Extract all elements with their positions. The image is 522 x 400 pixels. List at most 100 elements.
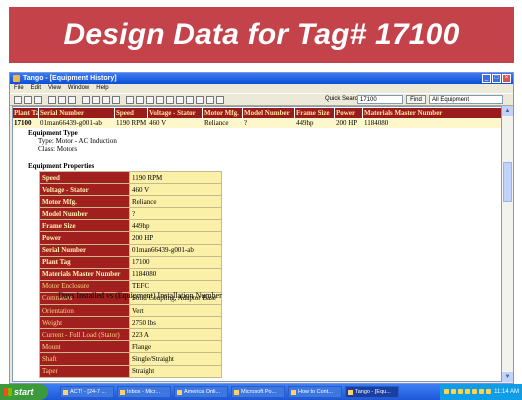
- filter-icon[interactable]: [166, 96, 174, 104]
- tray-icon[interactable]: [458, 389, 463, 394]
- scroll-thumb[interactable]: [503, 162, 512, 202]
- start-button[interactable]: start: [0, 384, 48, 400]
- menu-file[interactable]: File: [14, 84, 24, 93]
- query-icon[interactable]: [206, 96, 214, 104]
- tray-icon[interactable]: [486, 389, 491, 394]
- equipment-history-pane: Plant Tag Serial Number Speed Voltage - …: [12, 106, 502, 382]
- property-key: Motor Mfg.: [39, 195, 130, 209]
- search-scope-select[interactable]: All Equipment: [429, 95, 503, 104]
- help-icon[interactable]: [92, 96, 100, 104]
- col-frame-size[interactable]: Frame Size: [295, 108, 335, 118]
- tray-icon[interactable]: [451, 389, 456, 394]
- property-row: Current - Full Load (Stator) 223 A: [39, 328, 222, 342]
- refresh-icon[interactable]: [186, 96, 194, 104]
- property-row: Frame Size 449hp: [39, 219, 222, 233]
- property-value: 449hp: [129, 219, 222, 233]
- delete-icon[interactable]: [112, 96, 120, 104]
- col-materials-master-number[interactable]: Materials Master Number: [363, 108, 501, 118]
- image-icon[interactable]: [146, 96, 154, 104]
- property-key: Shaft: [39, 352, 130, 366]
- properties-icon[interactable]: [102, 96, 110, 104]
- property-row: Plant Tag 17100: [39, 255, 222, 269]
- quick-search-input[interactable]: 17100: [357, 95, 403, 104]
- tray-icon[interactable]: [444, 389, 449, 394]
- maximize-icon[interactable]: □: [492, 74, 501, 83]
- tray-icon[interactable]: [472, 389, 477, 394]
- tray-icon[interactable]: [479, 389, 484, 394]
- cut-icon[interactable]: [48, 96, 56, 104]
- property-key: Current - Full Load (Stator): [39, 328, 130, 342]
- taskbar-item-powerpoint[interactable]: Microsoft Po...: [231, 386, 285, 398]
- minimize-icon[interactable]: _: [482, 74, 491, 83]
- tray-icon[interactable]: [465, 389, 470, 394]
- property-key: Materials Master Number: [39, 267, 130, 281]
- col-model-number[interactable]: Model Number: [243, 108, 295, 118]
- cell-serial-number: 01man66439-g001-ab: [40, 119, 102, 127]
- grid-icon[interactable]: [156, 96, 164, 104]
- dropdown-icon[interactable]: [216, 96, 224, 104]
- property-value: Single/Straight: [129, 352, 222, 366]
- chart-icon[interactable]: [136, 96, 144, 104]
- slide-title: Design Data for Tag# 17100: [63, 18, 460, 51]
- taskbar-item-label: Inbox - Micr...: [127, 389, 161, 395]
- scroll-up-icon[interactable]: ▲: [502, 106, 513, 116]
- property-key: Orientation: [39, 304, 130, 318]
- menu-view[interactable]: View: [48, 84, 61, 93]
- open-icon[interactable]: [24, 96, 32, 104]
- cell-power: 200 HP: [336, 119, 358, 127]
- document-icon: [291, 390, 296, 395]
- property-value: ?: [129, 207, 222, 221]
- binoculars-icon[interactable]: [126, 96, 134, 104]
- property-row: Speed 1190 RPM: [39, 170, 222, 185]
- windows-logo-icon: [4, 388, 12, 396]
- property-value: 1184080: [129, 267, 222, 281]
- scroll-down-icon[interactable]: ▼: [502, 372, 513, 382]
- property-value: 200 HP: [129, 231, 222, 245]
- taskbar-item-aol[interactable]: America Onli...: [174, 386, 228, 398]
- window-titlebar[interactable]: Tango - [Equipment History] _ □ ×: [10, 73, 513, 84]
- table-row[interactable]: 17100 01man66439-g001-ab 1190 RPM 460 V …: [13, 118, 501, 128]
- property-key: Serial Number: [39, 243, 130, 257]
- property-value: Flange: [129, 340, 222, 354]
- equipment-type-heading: Equipment Type: [28, 129, 78, 137]
- col-plant-tag[interactable]: Plant Tag: [13, 108, 39, 118]
- menu-edit[interactable]: Edit: [31, 84, 41, 93]
- equipment-class-value: Class: Motors: [38, 145, 78, 153]
- property-value: Reliance: [129, 195, 222, 209]
- copy-icon[interactable]: [58, 96, 66, 104]
- paste-icon[interactable]: [68, 96, 76, 104]
- col-motor-mfg[interactable]: Motor Mfg.: [203, 108, 243, 118]
- property-row: Serial Number 01man66439-g001-ab: [39, 243, 222, 257]
- table-header: Plant Tag Serial Number Speed Voltage - …: [13, 108, 501, 118]
- save-icon[interactable]: [34, 96, 42, 104]
- find-button[interactable]: Find: [406, 95, 426, 104]
- taskbar-item-act[interactable]: ACT! - [24-7 ...: [60, 386, 114, 398]
- taskbar-item-tango[interactable]: Tango - [Equ...: [345, 386, 399, 398]
- property-row: Motor Mfg. Reliance: [39, 195, 222, 209]
- new-icon[interactable]: [14, 96, 22, 104]
- taskbar-item-howto[interactable]: How to Cont...: [288, 386, 342, 398]
- menu-help[interactable]: Help: [96, 84, 108, 93]
- menu-window[interactable]: Window: [68, 84, 89, 93]
- app-icon: [63, 390, 68, 395]
- taskbar-item-inbox[interactable]: Inbox - Micr...: [117, 386, 171, 398]
- cell-voltage-stator: 460 V: [149, 119, 167, 127]
- folder-icon[interactable]: [196, 96, 204, 104]
- cell-frame-size: 449hp: [296, 119, 314, 127]
- tools-icon[interactable]: [176, 96, 184, 104]
- print-icon[interactable]: [82, 96, 90, 104]
- col-voltage-stator[interactable]: Voltage - Stator: [148, 108, 203, 118]
- property-row: Voltage - Stator 460 V: [39, 183, 222, 197]
- taskbar-item-label: America Onli...: [184, 389, 221, 395]
- aol-icon: [177, 390, 182, 395]
- close-icon[interactable]: ×: [502, 74, 511, 83]
- col-power[interactable]: Power: [335, 108, 363, 118]
- col-speed[interactable]: Speed: [115, 108, 148, 118]
- col-serial-number[interactable]: Serial Number: [39, 108, 115, 118]
- taskbar-item-label: Tango - [Equ...: [355, 389, 391, 395]
- vertical-scrollbar[interactable]: ▲ ▼: [502, 106, 513, 382]
- property-key: Taper: [39, 364, 130, 378]
- cell-speed: 1190 RPM: [116, 119, 147, 127]
- window-title: Tango - [Equipment History]: [23, 75, 117, 82]
- property-row: Mount Flange: [39, 340, 222, 354]
